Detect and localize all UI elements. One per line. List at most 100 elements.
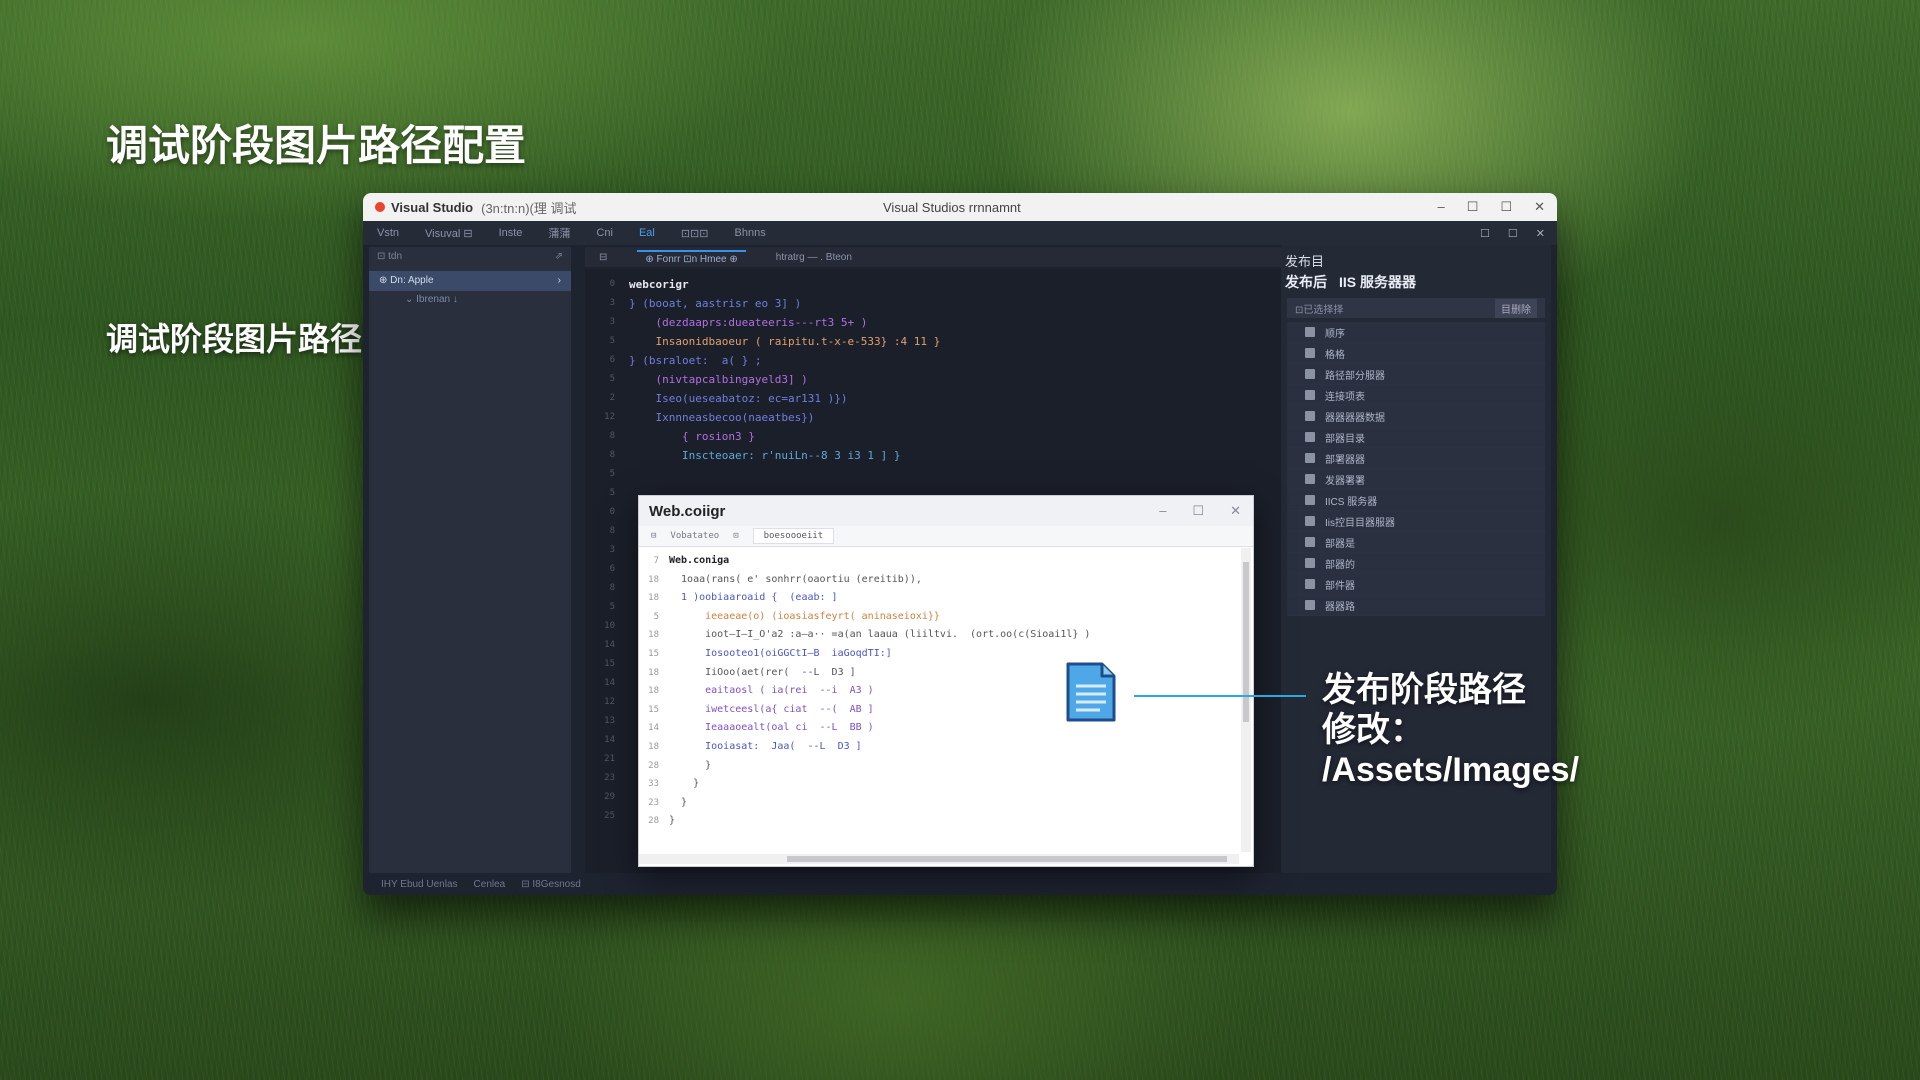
webconfig-code-area[interactable]: 7 18 18 5 18 15 18 18 15 14 18 28 33 23 28 Web.coniga …: [639, 548, 1239, 852]
code-line: Inscteoaer: r'nuiLn--8 3 i3 1 ] }: [629, 449, 901, 462]
sidebar-child-item[interactable]: ⌄ Ibrenan ↓: [369, 291, 571, 308]
minimize-button[interactable]: –: [1159, 503, 1166, 519]
horizontal-scrollbar[interactable]: [639, 854, 1239, 864]
line-number: 3: [609, 545, 615, 555]
pin-icon[interactable]: ⇗: [555, 251, 563, 263]
publish-item[interactable]: 顺序: [1287, 322, 1545, 343]
code-line: }: [669, 778, 700, 790]
checkbox-icon[interactable]: [1305, 558, 1315, 568]
scrollbar-thumb[interactable]: [787, 856, 1227, 862]
caption-line: 修改：: [1322, 711, 1424, 749]
line-number: 5: [653, 611, 659, 622]
publish-item[interactable]: 路径部分服器: [1287, 364, 1545, 385]
tab-iis-server[interactable]: IIS 服务器器: [1339, 272, 1416, 292]
publish-item-label: 连接项表: [1325, 391, 1365, 403]
panel-filter[interactable]: ⊡已选择择 目删除: [1287, 298, 1545, 318]
menu-item[interactable]: ⊡⊡⊡: [681, 227, 709, 240]
checkbox-icon[interactable]: [1305, 516, 1315, 526]
publish-item[interactable]: 器器器器数据: [1287, 406, 1545, 427]
tab-active[interactable]: boesoooeiit: [752, 528, 835, 544]
panel-close-button[interactable]: ✕: [1536, 227, 1545, 240]
line-number: 5: [609, 374, 615, 384]
status-item: IHY Ebud Uenlas: [381, 878, 458, 890]
publish-item[interactable]: 器器路: [1287, 595, 1545, 616]
tab-icon[interactable]: ⊟: [651, 531, 656, 541]
editor-tab-bar: ⊟ ⊕ Fonrr ⊡n Hmee ⊕ htratrg — . Bteon: [585, 247, 1295, 267]
callout-connector: [1134, 695, 1306, 697]
code-line: Ieaaaoealt(oal ci --L BB ): [669, 722, 874, 734]
publish-item[interactable]: 部器目录: [1287, 427, 1545, 448]
code-line: }: [669, 796, 688, 808]
menu-item[interactable]: Visuval ⊟: [425, 227, 473, 240]
close-button[interactable]: ✕: [1230, 503, 1241, 519]
publish-item[interactable]: 部件器: [1287, 574, 1545, 595]
scrollbar-thumb[interactable]: [1243, 562, 1249, 722]
checkbox-icon[interactable]: [1305, 474, 1315, 484]
checkbox-icon[interactable]: [1305, 390, 1315, 400]
restore-button[interactable]: ☐: [1467, 199, 1479, 215]
status-item: Cenlea: [473, 878, 506, 890]
menu-item[interactable]: Vstn: [377, 227, 399, 239]
publish-item[interactable]: IICS 服务器: [1287, 490, 1545, 511]
line-number: 6: [609, 564, 615, 574]
checkbox-icon[interactable]: [1305, 348, 1315, 358]
publish-item[interactable]: 连接项表: [1287, 385, 1545, 406]
line-number: 14: [604, 640, 615, 650]
tab-publish[interactable]: 发布后: [1285, 272, 1327, 292]
close-button[interactable]: ✕: [1534, 199, 1545, 215]
code-line: { rosion3 }: [629, 430, 755, 443]
code-line: }: [669, 815, 676, 827]
tab-icon[interactable]: ⊡: [733, 531, 738, 541]
checkbox-icon[interactable]: [1305, 369, 1315, 379]
line-number: 8: [609, 431, 615, 441]
publish-item[interactable]: 发器署署: [1287, 469, 1545, 490]
panel-maximize-button[interactable]: ☐: [1508, 227, 1518, 240]
line-number: 13: [604, 716, 615, 726]
menu-item-active[interactable]: Eal: [639, 227, 655, 239]
publish-item[interactable]: 部器是: [1287, 532, 1545, 553]
tab-icon[interactable]: ⊟: [599, 252, 607, 263]
publish-item-label: 部署器器: [1325, 454, 1365, 466]
code-line: ieeaeae(o) (ioasiasfeyrt( aninaseioxi}}: [669, 610, 940, 622]
vertical-scrollbar[interactable]: [1241, 548, 1251, 852]
publish-item[interactable]: Iis控目目器服器: [1287, 511, 1545, 532]
checkbox-icon[interactable]: [1305, 495, 1315, 505]
app-subtitle: (3n:tn:n)(理 调试: [481, 200, 577, 216]
menu-item[interactable]: Inste: [499, 227, 523, 239]
publish-item-label: Iis控目目器服器: [1325, 517, 1395, 529]
line-number: 28: [648, 760, 659, 771]
tab-active[interactable]: ⊕ Fonrr ⊡n Hmee ⊕: [637, 249, 746, 265]
code-line: eaitaosl ( ia(rei --i A3 ): [669, 685, 874, 697]
menu-item[interactable]: 蒲蒲: [548, 225, 570, 241]
publish-item-label: IICS 服务器: [1325, 496, 1378, 508]
publish-item-label: 器器路: [1325, 601, 1355, 613]
maximize-button[interactable]: ☐: [1192, 503, 1204, 519]
publish-item[interactable]: 部署器器: [1287, 448, 1545, 469]
panel-minimize-button[interactable]: ☐: [1480, 227, 1490, 240]
webconfig-tab-bar: ⊟ Vobatateo ⊡ boesoooeiit: [639, 526, 1253, 547]
tab[interactable]: htratrg — . Bteon: [776, 252, 852, 263]
sidebar-item-selected[interactable]: ⊕ Dn: Apple ›: [369, 271, 571, 291]
maximize-button[interactable]: ☐: [1500, 199, 1512, 215]
tab[interactable]: Vobatateo: [670, 531, 719, 541]
checkbox-icon[interactable]: [1305, 537, 1315, 547]
publish-item[interactable]: 格格: [1287, 343, 1545, 364]
line-number: 18: [648, 574, 659, 585]
publish-item[interactable]: 部器的: [1287, 553, 1545, 574]
code-line: Iosooteo1(oiGGCtI—B iaGoqdTI:]: [669, 647, 892, 659]
checkbox-icon[interactable]: [1305, 600, 1315, 610]
code-line: 1oaa(rans( e' sonhrr(oaortiu (ereitib)),: [669, 573, 922, 585]
checkbox-icon[interactable]: [1305, 327, 1315, 337]
publish-item-label: 格格: [1325, 349, 1345, 361]
checkbox-icon[interactable]: [1305, 432, 1315, 442]
delete-button[interactable]: 目删除: [1495, 298, 1537, 318]
minimize-button[interactable]: –: [1438, 199, 1445, 215]
menu-item[interactable]: Cni: [596, 227, 613, 239]
checkbox-icon[interactable]: [1305, 579, 1315, 589]
line-number: 3: [609, 298, 615, 308]
publish-item-label: 器器器器数据: [1325, 412, 1385, 424]
checkbox-icon[interactable]: [1305, 453, 1315, 463]
menu-item[interactable]: Bhnns: [735, 227, 766, 239]
checkbox-icon[interactable]: [1305, 411, 1315, 421]
line-number: 7: [653, 556, 659, 566]
